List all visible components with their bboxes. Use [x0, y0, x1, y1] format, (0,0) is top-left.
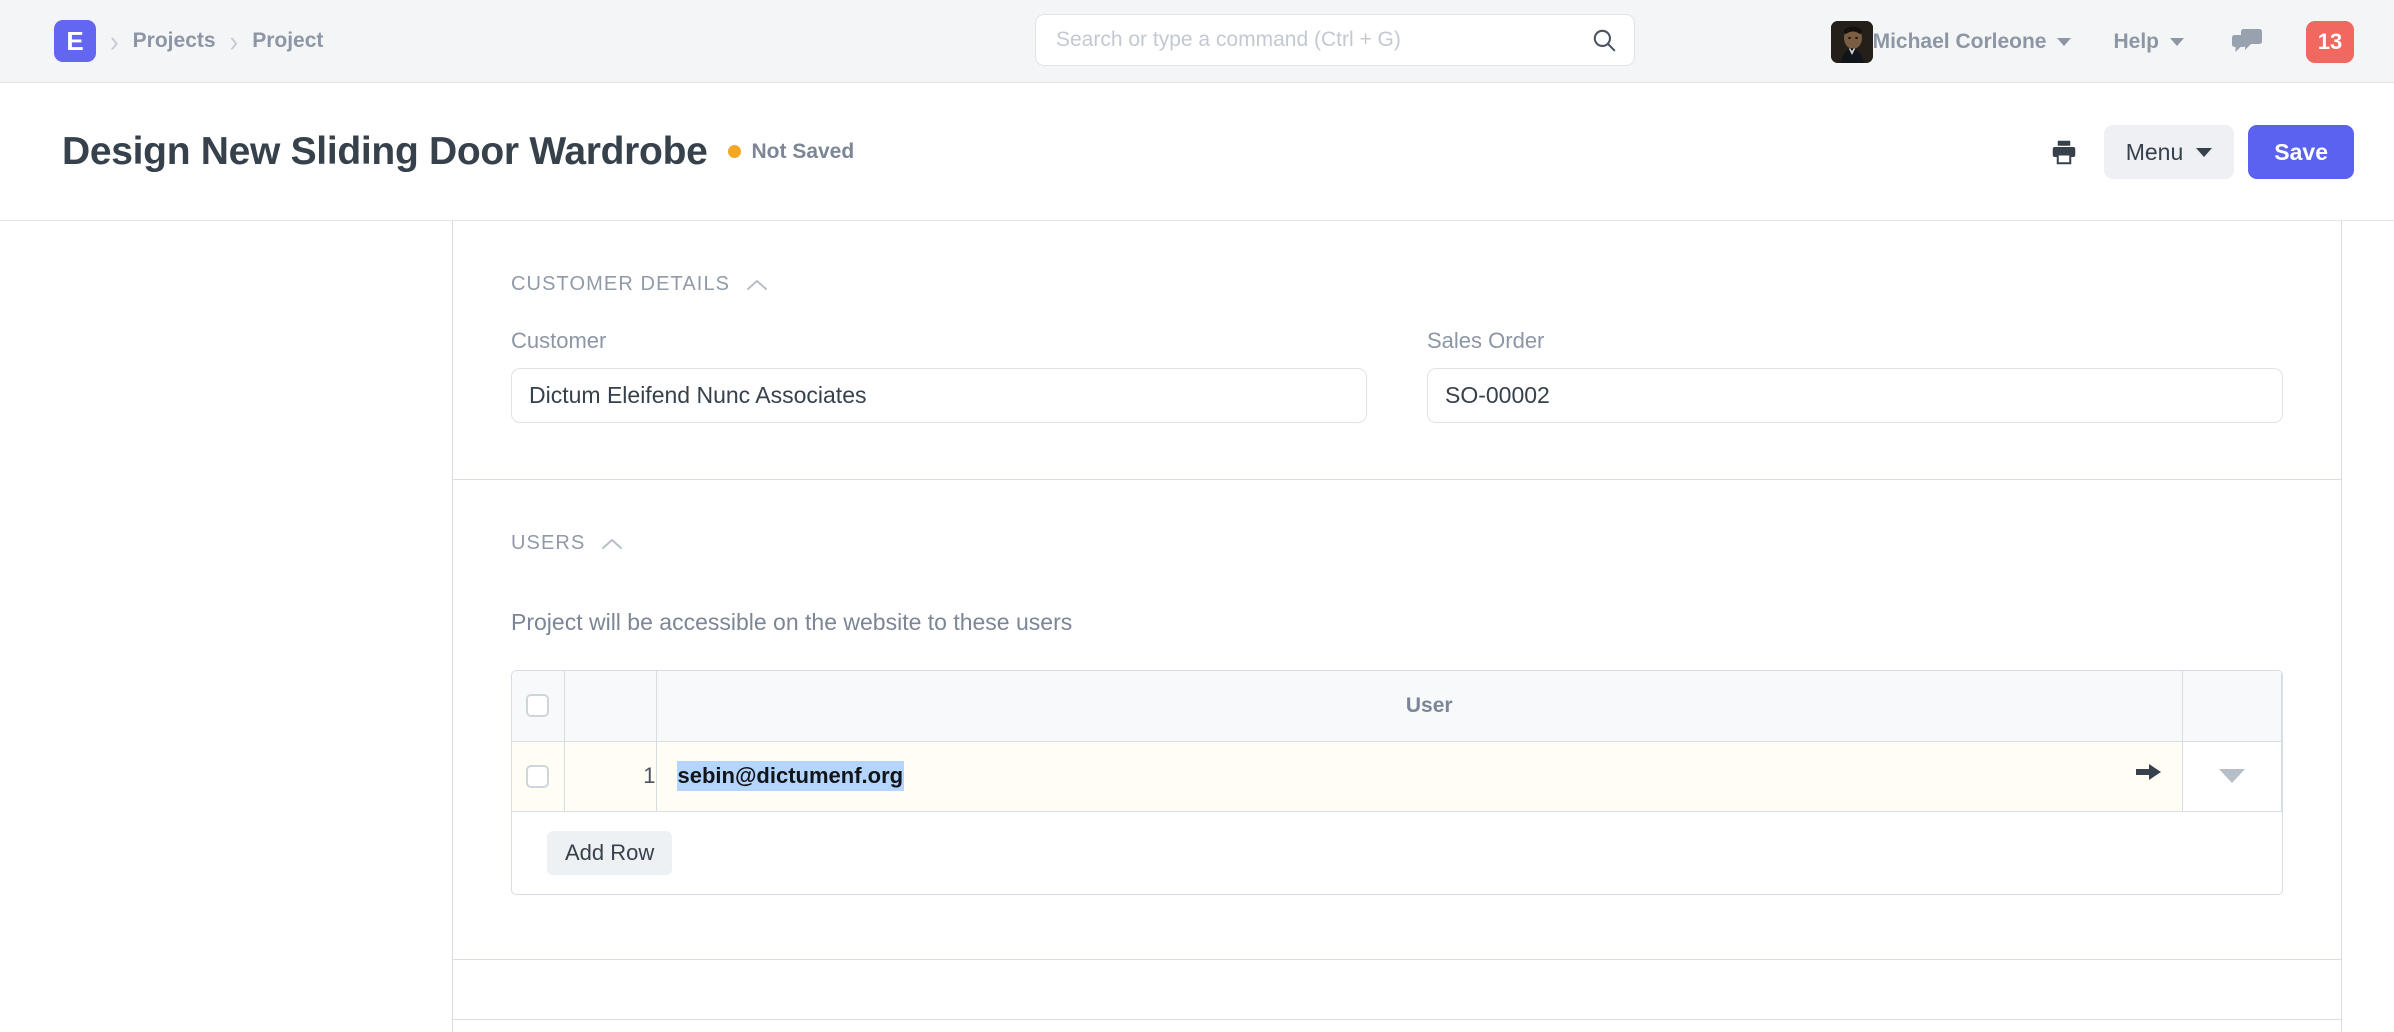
page-header: Design New Sliding Door Wardrobe Not Sav… — [0, 83, 2394, 221]
status-label: Not Saved — [752, 140, 855, 164]
menu-button[interactable]: Menu — [2104, 125, 2235, 179]
notification-badge[interactable]: 13 — [2306, 21, 2354, 63]
chevron-up-icon[interactable] — [746, 278, 768, 292]
chevron-right-icon: › — [110, 26, 119, 56]
actions-header-cell — [2183, 671, 2282, 741]
add-row-bar-row: Add Row — [512, 811, 2282, 894]
user-header-cell[interactable]: User — [656, 671, 2183, 741]
help-menu[interactable]: Help — [2113, 30, 2184, 54]
chevron-down-icon — [2196, 148, 2212, 157]
section-customer-details-header[interactable]: Customer Details — [511, 221, 2283, 296]
app-logo[interactable]: E — [54, 20, 96, 62]
navbar-right-actions: Michael Corleone Help 13 — [1809, 0, 2354, 83]
row-checkbox[interactable] — [526, 765, 549, 788]
field-customer: Customer — [511, 328, 1367, 423]
customer-input[interactable] — [511, 368, 1367, 423]
page-title: Design New Sliding Door Wardrobe — [62, 130, 708, 174]
add-row-bar: Add Row — [512, 812, 2282, 894]
save-button[interactable]: Save — [2248, 125, 2354, 179]
page-header-actions: Menu Save — [2042, 83, 2354, 221]
user-name: Michael Corleone — [1873, 30, 2047, 54]
select-all-cell — [512, 671, 564, 741]
field-sales-order-label: Sales Order — [1427, 328, 2283, 354]
breadcrumb-projects[interactable]: Projects — [133, 29, 216, 53]
select-all-checkbox[interactable] — [526, 694, 549, 717]
section-title: Customer Details — [511, 273, 730, 296]
section-customer-details: Customer Details Customer Sales Order — [453, 221, 2341, 480]
users-grid: User 1 sebin@dictumenf.org — [511, 670, 2283, 895]
row-select-cell — [512, 741, 564, 811]
breadcrumb-project[interactable]: Project — [252, 29, 323, 53]
users-description: Project will be accessible on the websit… — [511, 555, 2283, 636]
customer-fields-row: Customer Sales Order — [511, 296, 2283, 479]
arrow-right-icon[interactable] — [2136, 761, 2162, 788]
form-card: Customer Details Customer Sales Order — [452, 221, 2342, 1032]
add-row-cell: Add Row — [512, 811, 2282, 894]
caret-down-icon[interactable] — [2219, 769, 2245, 783]
breadcrumb: E › Projects › Project — [54, 20, 323, 62]
chevron-up-icon[interactable] — [601, 537, 623, 551]
status-badge: Not Saved — [728, 140, 855, 164]
printer-icon — [2049, 137, 2079, 167]
section-users: Users Project will be accessible on the … — [453, 480, 2341, 960]
row-user-cell[interactable]: sebin@dictumenf.org — [656, 741, 2183, 811]
top-navbar: E › Projects › Project — [0, 0, 2394, 83]
sales-order-input[interactable] — [1427, 368, 2283, 423]
section-users-header[interactable]: Users — [511, 480, 2283, 555]
users-table: User 1 sebin@dictumenf.org — [512, 671, 2282, 894]
add-row-button[interactable]: Add Row — [547, 831, 672, 875]
global-search — [1035, 14, 1635, 66]
page-body: Customer Details Customer Sales Order — [0, 221, 2394, 1032]
table-row: 1 sebin@dictumenf.org — [512, 741, 2282, 811]
row-actions-cell[interactable] — [2183, 741, 2282, 811]
search-input[interactable] — [1035, 14, 1635, 66]
row-index: 1 — [564, 741, 656, 811]
table-header-row: User — [512, 671, 2282, 741]
field-customer-label: Customer — [511, 328, 1367, 354]
section-title: Users — [511, 532, 585, 555]
user-column-header: User — [657, 694, 2183, 718]
chevron-down-icon — [2057, 38, 2071, 46]
help-label: Help — [2113, 30, 2159, 54]
user-menu[interactable]: Michael Corleone — [1831, 21, 2072, 63]
avatar — [1831, 21, 1873, 63]
status-dot-icon — [728, 145, 741, 158]
section-next — [453, 960, 2341, 1020]
chevron-down-icon — [2170, 38, 2184, 46]
row-user-value: sebin@dictumenf.org — [677, 761, 905, 791]
print-button[interactable] — [2042, 130, 2086, 174]
index-header-cell — [564, 671, 656, 741]
field-sales-order: Sales Order — [1427, 328, 2283, 423]
chevron-right-icon: › — [230, 26, 239, 56]
menu-button-label: Menu — [2126, 139, 2184, 166]
chat-bubbles-icon[interactable] — [2230, 27, 2264, 57]
